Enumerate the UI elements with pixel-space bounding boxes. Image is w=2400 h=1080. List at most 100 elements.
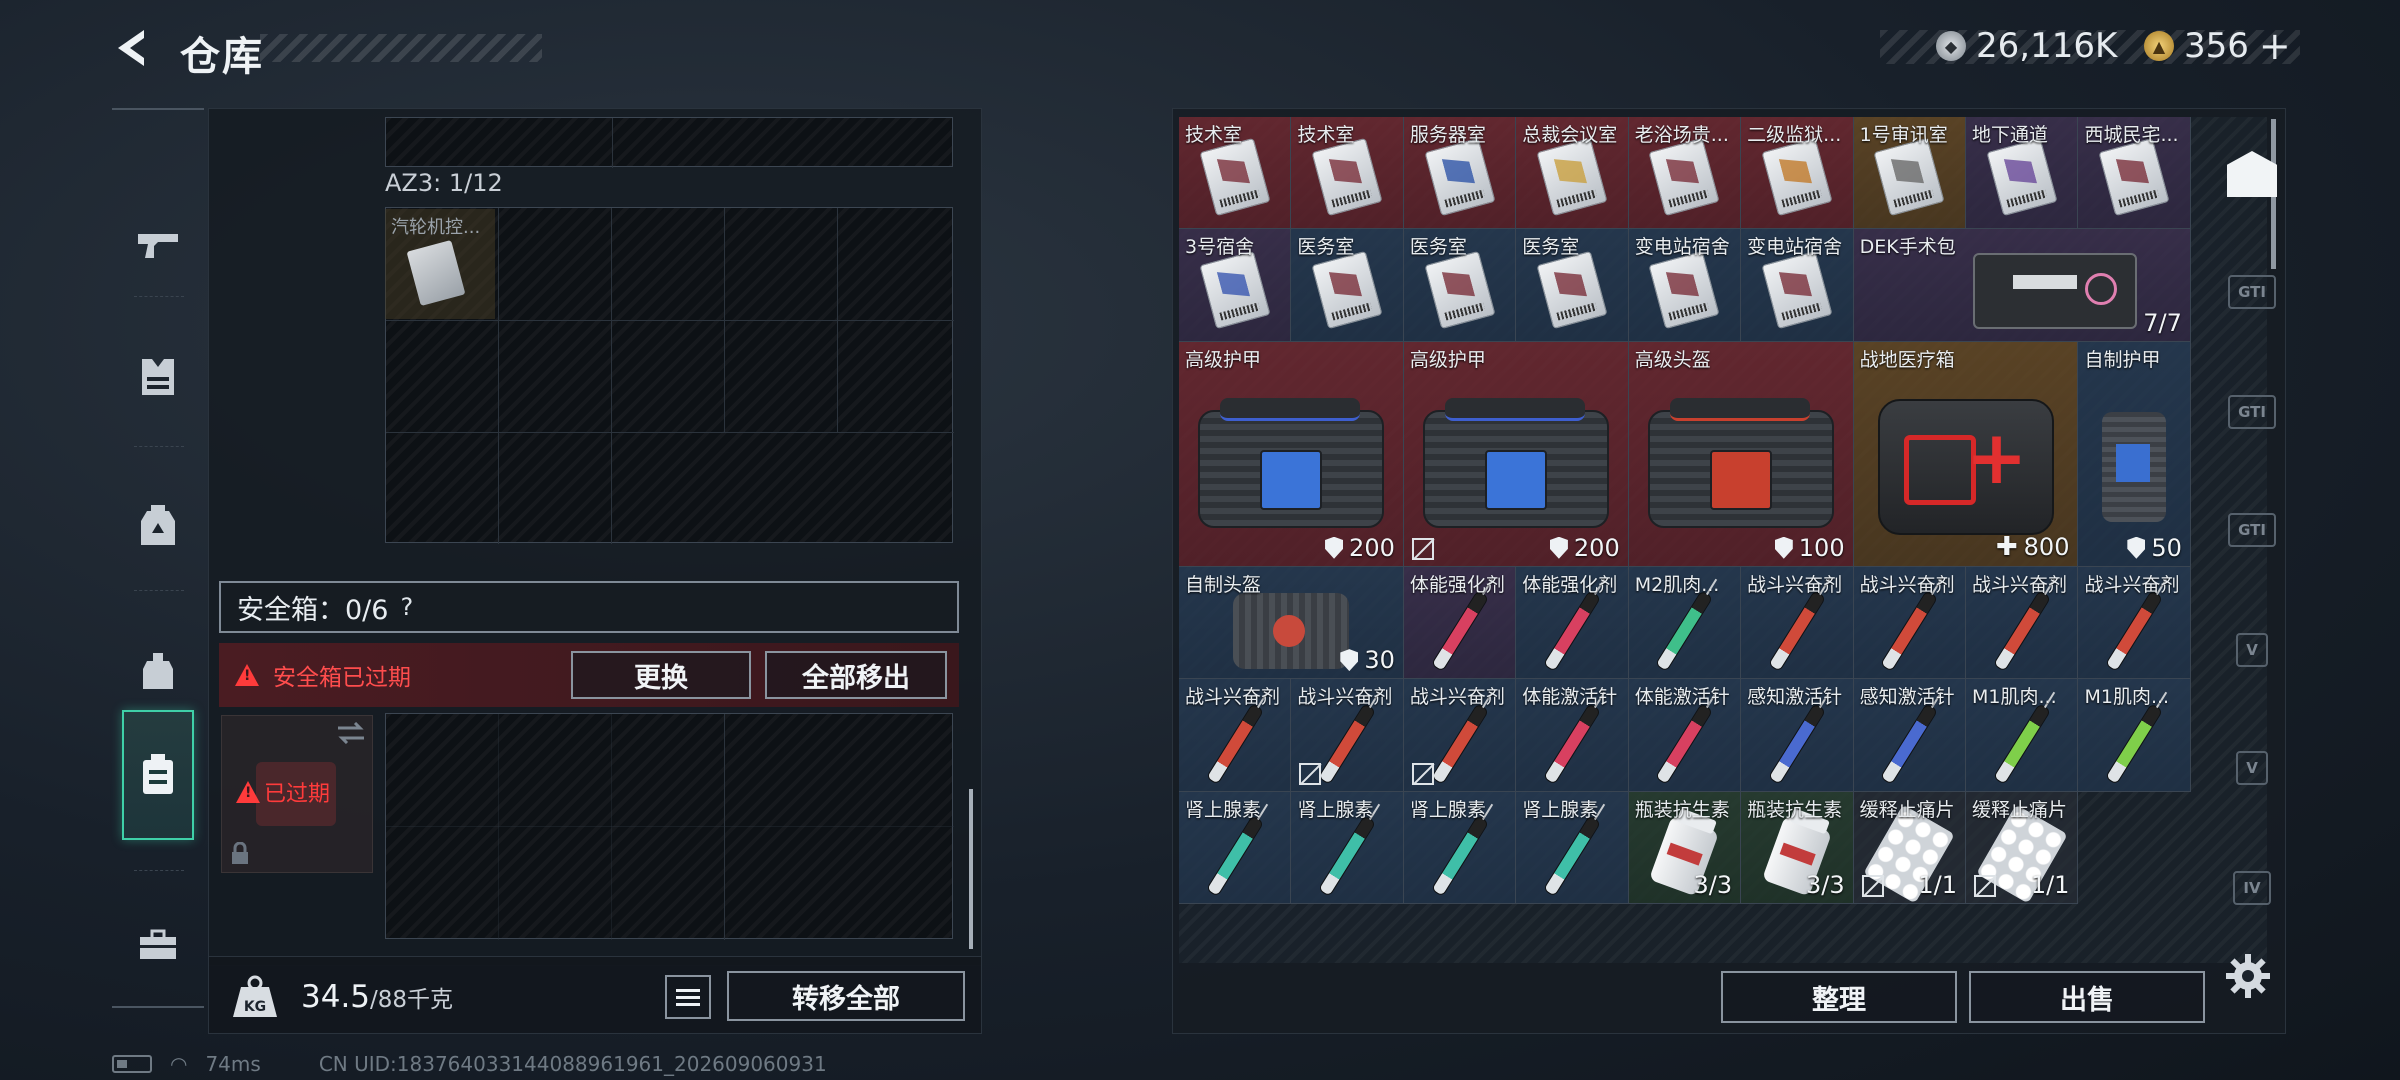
- stash-item[interactable]: 感知激活针: [1853, 679, 1967, 792]
- armor-icon: [1197, 398, 1384, 529]
- item-name: 总裁会议室: [1522, 124, 1618, 146]
- nav-backpack[interactable]: [122, 460, 194, 590]
- stash-item[interactable]: M2肌肉...: [1628, 566, 1742, 680]
- move-all-out-button[interactable]: 全部移出: [765, 651, 947, 699]
- stash-item[interactable]: 肾上腺素: [1516, 791, 1629, 905]
- sell-button[interactable]: 出售: [1969, 971, 2205, 1023]
- stash-item[interactable]: 二级监狱...: [1741, 117, 1854, 230]
- item-name: 缓释止痛片: [1972, 798, 2068, 821]
- vest-icon: [142, 359, 174, 395]
- stash-item[interactable]: 体能强化剂: [1516, 566, 1629, 680]
- tab-label: GTI: [2228, 275, 2276, 309]
- stash-item[interactable]: 瓶装抗生素 3/3: [1628, 791, 1742, 905]
- home-icon: [2227, 151, 2277, 197]
- stash-item[interactable]: 体能强化剂: [1403, 566, 1517, 680]
- swap-icon[interactable]: [336, 722, 366, 744]
- tab-gti[interactable]: GTI: [2212, 244, 2292, 340]
- medkit-icon: [1877, 399, 2054, 536]
- transfer-all-button[interactable]: 转移全部: [727, 971, 965, 1021]
- item-name: 高级头盔: [1634, 348, 1711, 371]
- container-item[interactable]: 汽轮机控...: [385, 209, 495, 319]
- no-transfer-icon: [1861, 875, 1884, 898]
- list-view-button[interactable]: [665, 975, 711, 1019]
- scrollbar[interactable]: [969, 789, 973, 949]
- keycard-icon: [1199, 138, 1271, 217]
- stash-grid[interactable]: 技术室 技术室 服务器室 总裁会议室 老浴场贵... 二级监狱... 1号审讯室 地下通道 西城…: [1179, 117, 2267, 963]
- tab-iv[interactable]: IV: [2212, 840, 2292, 936]
- help-icon[interactable]: ?: [400, 593, 413, 621]
- weight-max: /88千克: [370, 987, 454, 1013]
- stash-item[interactable]: M1肌肉...: [2078, 679, 2191, 792]
- helmet-case-icon: [1647, 398, 1834, 529]
- stash-item[interactable]: 西城民宅...: [2078, 117, 2191, 230]
- stash-item[interactable]: 体能激活针: [1628, 679, 1742, 792]
- stash-item[interactable]: 医务室: [1403, 229, 1517, 342]
- nav-weapon[interactable]: [122, 180, 194, 310]
- stash-item[interactable]: 1号审讯室: [1853, 117, 1967, 230]
- tab-home[interactable]: [2212, 126, 2292, 222]
- stash-item[interactable]: 技术室: [1179, 117, 1292, 230]
- weapon-icon: [138, 234, 178, 258]
- stash-item[interactable]: 服务器室: [1403, 117, 1517, 230]
- stash-item[interactable]: 老浴场贵...: [1628, 117, 1742, 230]
- weight-icon: KG: [233, 975, 277, 1017]
- stash-item[interactable]: 技术室: [1291, 117, 1404, 230]
- stash-item[interactable]: 战斗兴奋剂: [1291, 679, 1404, 792]
- stash-item[interactable]: M1肌肉...: [1966, 679, 2079, 792]
- stash-item[interactable]: 缓释止痛片 1/1: [1966, 791, 2079, 905]
- stash-item[interactable]: 感知激活针: [1741, 679, 1854, 792]
- stash-item[interactable]: 战斗兴奋剂: [1853, 566, 1967, 680]
- sort-button[interactable]: 整理: [1721, 971, 1957, 1023]
- rig-icon: [143, 653, 173, 689]
- stash-item[interactable]: 战斗兴奋剂: [1179, 679, 1292, 792]
- stash-item[interactable]: 医务室: [1516, 229, 1629, 342]
- stash-item[interactable]: 高级护甲 200: [1403, 341, 1629, 567]
- stash-item[interactable]: 肾上腺素: [1291, 791, 1404, 905]
- item-name: 体能强化剂: [1522, 573, 1618, 596]
- stash-item[interactable]: DEK手术包 7/7: [1853, 229, 2191, 342]
- tab-v[interactable]: V: [2212, 602, 2292, 698]
- tab-label: GTI: [2228, 513, 2276, 547]
- stash-item[interactable]: 自制护甲 50: [2078, 341, 2191, 567]
- healing-plus-icon: ✚: [1995, 531, 2018, 562]
- stash-item[interactable]: 总裁会议室: [1516, 117, 1629, 230]
- stash-item[interactable]: 肾上腺素: [1179, 791, 1292, 905]
- safebox-grid[interactable]: [385, 713, 954, 940]
- stash-item[interactable]: 高级护甲 200: [1179, 341, 1404, 567]
- stash-item[interactable]: 自制头盔 30: [1179, 566, 1404, 680]
- replace-button[interactable]: 更换: [571, 651, 751, 699]
- stash-item[interactable]: 高级头盔 100: [1628, 341, 1854, 567]
- warning-icon: [236, 781, 260, 803]
- stash-item[interactable]: 变电站宿舍: [1741, 229, 1854, 342]
- stash-item[interactable]: 战斗兴奋剂: [1966, 566, 2079, 680]
- nav-safebox[interactable]: [122, 710, 194, 840]
- stash-item[interactable]: 变电站宿舍: [1628, 229, 1742, 342]
- stash-item[interactable]: 3号宿舍: [1179, 229, 1292, 342]
- back-arrow-icon[interactable]: [112, 26, 156, 70]
- stash-item[interactable]: 医务室: [1291, 229, 1404, 342]
- syringe-icon: [1430, 702, 1489, 785]
- tab-gti-2[interactable]: GTI: [2212, 364, 2292, 460]
- gold-currency[interactable]: ▲ 356 +: [2144, 24, 2291, 68]
- nav-toolbox[interactable]: [122, 880, 194, 1010]
- stash-item[interactable]: 战斗兴奋剂: [2078, 566, 2191, 680]
- add-gold-button[interactable]: +: [2259, 24, 2291, 68]
- stash-item[interactable]: 肾上腺素: [1403, 791, 1517, 905]
- settings-gear-icon[interactable]: [2224, 952, 2272, 1000]
- stash-item[interactable]: 战斗兴奋剂: [1741, 566, 1854, 680]
- stash-item[interactable]: 缓释止痛片 1/1: [1853, 791, 1967, 905]
- stash-item[interactable]: 地下通道: [1966, 117, 2079, 230]
- tab-v-2[interactable]: V: [2212, 720, 2292, 816]
- stash-item[interactable]: 体能激活针: [1516, 679, 1629, 792]
- stash-item[interactable]: 瓶装抗生素 3/3: [1741, 791, 1854, 905]
- tab-gti-3[interactable]: GTI: [2212, 482, 2292, 578]
- nav-vest[interactable]: [122, 312, 194, 442]
- safebox-slot[interactable]: 已过期: [221, 715, 373, 873]
- stash-item[interactable]: 战地医疗箱 ✚800: [1853, 341, 2079, 567]
- container-grid-top[interactable]: [385, 117, 953, 168]
- backpack-icon: [141, 505, 175, 545]
- uid-text: CN UID:1837640331440889619​61_2026090609…: [318, 1052, 827, 1076]
- stash-item[interactable]: 战斗兴奋剂: [1403, 679, 1517, 792]
- item-quantity: 3/3: [1805, 871, 1845, 900]
- keycard-icon: [2098, 138, 2170, 217]
